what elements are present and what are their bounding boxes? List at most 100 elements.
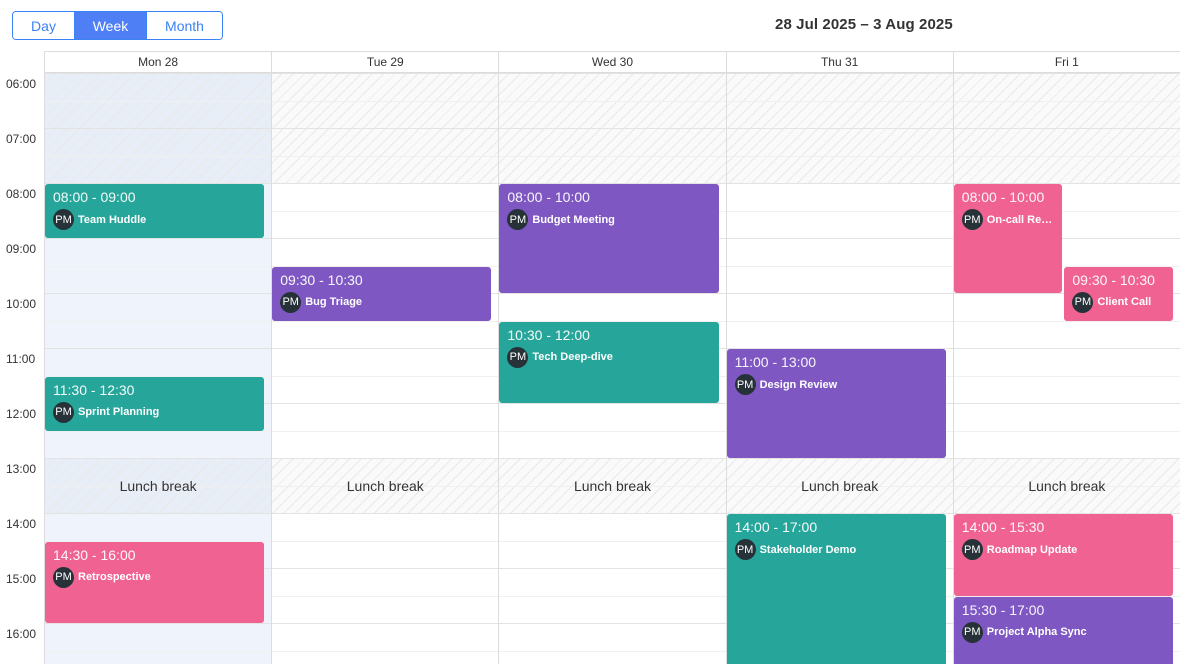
grid-line xyxy=(272,183,499,184)
grid-line xyxy=(45,100,272,102)
view-month-button[interactable]: Month xyxy=(147,12,222,39)
grid-line xyxy=(953,100,1180,102)
grid-line xyxy=(499,430,726,432)
event-time: 08:00 - 10:00 xyxy=(961,189,1045,205)
day-header-row: Mon 28 Tue 29 Wed 30 Thu 31 Fri 1 xyxy=(44,51,1180,73)
event-card[interactable]: 14:00 - 15:30 PM Roadmap Update xyxy=(953,514,1173,596)
event-card[interactable]: 14:00 - 17:00 PM Stakeholder Demo xyxy=(726,514,946,664)
grid-line xyxy=(272,210,499,212)
grid-line xyxy=(272,155,499,157)
event-card[interactable]: 14:30 - 16:00 PM Retrospective xyxy=(45,541,265,623)
event-title: Client Call xyxy=(1097,296,1152,308)
lunch-break-label: Lunch break xyxy=(119,477,197,494)
avatar: PM xyxy=(53,401,74,423)
event-title: Bug Triage xyxy=(305,296,363,308)
grid-line xyxy=(45,430,272,432)
event-title: Tech Deep-dive xyxy=(532,351,613,363)
time-label: 06:00 xyxy=(6,77,37,91)
grid-line xyxy=(726,155,953,157)
time-axis: 06:00 07:00 08:00 09:00 10:00 11:00 12:00 13:00… xyxy=(0,73,44,664)
grid-line xyxy=(726,128,953,129)
grid-line xyxy=(953,128,1180,129)
event-title: On-call Review xyxy=(986,213,1055,226)
day-header[interactable]: Thu 31 xyxy=(725,52,953,72)
grid-line xyxy=(726,320,953,322)
event-card[interactable]: 11:00 - 13:00 PM Design Review xyxy=(726,349,946,458)
event-detail: PM Project Alpha Sync xyxy=(961,621,1165,643)
event-card[interactable]: 08:00 - 10:00 PM Budget Meeting xyxy=(499,184,719,293)
week-grid: Lunch break Lunch break Lunch break Lunch b… xyxy=(44,73,1180,664)
avatar: PM xyxy=(280,291,302,313)
event-detail: PM Roadmap Update xyxy=(961,539,1165,560)
grid-line xyxy=(953,155,1180,157)
event-title: Retrospective xyxy=(78,571,151,583)
grid-line xyxy=(726,293,953,294)
view-week-button[interactable]: Week xyxy=(75,12,147,39)
grid-line xyxy=(272,568,499,569)
event-title: Roadmap Update xyxy=(986,543,1078,556)
event-detail: PM Design Review xyxy=(734,374,938,395)
grid-line xyxy=(499,513,726,514)
view-day-button[interactable]: Day xyxy=(13,12,75,39)
avatar: PM xyxy=(961,621,983,643)
event-detail: PM Sprint Planning xyxy=(53,401,256,423)
time-label: 16:00 xyxy=(6,627,37,641)
avatar: PM xyxy=(961,209,983,230)
grid-line xyxy=(499,403,726,404)
event-time: 14:30 - 16:00 xyxy=(53,546,136,563)
avatar: PM xyxy=(507,209,529,230)
event-card[interactable]: 09:30 - 10:30 PM Bug Triage xyxy=(272,266,492,321)
event-time: 09:30 - 10:30 xyxy=(280,271,363,288)
event-card[interactable]: 11:30 - 12:30 PM Sprint Planning xyxy=(45,376,265,431)
event-card[interactable]: 09:30 - 10:30 PM Client Call xyxy=(1064,266,1173,321)
day-header[interactable]: Fri 1 xyxy=(952,52,1180,72)
grid-line xyxy=(272,623,499,624)
grid-line xyxy=(272,540,499,542)
event-card[interactable]: 10:30 - 12:00 PM Tech Deep-dive xyxy=(499,321,719,403)
grid-line xyxy=(726,73,953,74)
event-detail: PM Tech Deep-dive xyxy=(507,346,710,368)
lunch-break-label: Lunch break xyxy=(801,477,879,494)
grid-line xyxy=(953,320,1180,322)
grid-line xyxy=(272,430,499,432)
event-time: 10:30 - 12:00 xyxy=(507,326,590,343)
grid-line xyxy=(272,375,499,377)
grid-line xyxy=(272,128,499,129)
avatar: PM xyxy=(53,209,74,230)
day-column[interactable]: Lunch break xyxy=(271,73,499,664)
event-detail: PM Budget Meeting xyxy=(507,209,710,230)
grid-line xyxy=(272,595,499,597)
grid-line xyxy=(272,100,499,102)
grid-line xyxy=(272,348,499,349)
event-detail: PM Bug Triage xyxy=(280,291,483,313)
event-time: 11:30 - 12:30 xyxy=(53,381,135,398)
day-header[interactable]: Tue 29 xyxy=(271,52,498,72)
avatar: PM xyxy=(1072,291,1094,313)
day-header[interactable]: Wed 30 xyxy=(498,52,725,72)
avatar: PM xyxy=(734,374,756,395)
event-card[interactable]: 08:00 - 09:00 PM Team Huddle xyxy=(45,184,265,238)
time-label: 12:00 xyxy=(6,407,37,421)
view-switcher: Day Week Month xyxy=(12,11,223,40)
day-header[interactable]: Mon 28 xyxy=(44,52,271,72)
grid-line xyxy=(45,73,272,74)
grid-line xyxy=(499,595,726,597)
grid-line xyxy=(499,623,726,624)
event-card[interactable]: 15:30 - 17:00 PM Project Alpha Sync xyxy=(953,596,1173,664)
lunch-break-label: Lunch break xyxy=(1028,477,1106,494)
grid-line xyxy=(272,238,499,239)
event-detail: PM Stakeholder Demo xyxy=(734,539,938,560)
grid-line xyxy=(499,73,726,74)
grid-line xyxy=(45,623,272,624)
time-label: 07:00 xyxy=(6,132,37,146)
grid-line xyxy=(45,128,272,129)
grid-line xyxy=(499,540,726,542)
event-card[interactable]: 08:00 - 10:00 PMOn-call Review xyxy=(953,184,1063,293)
event-time: 14:00 - 17:00 xyxy=(734,519,818,535)
time-label: 15:00 xyxy=(6,572,37,586)
grid-line xyxy=(953,73,1180,74)
event-time: 15:30 - 17:00 xyxy=(961,601,1045,618)
event-title: Sprint Planning xyxy=(78,406,160,418)
time-label: 11:00 xyxy=(6,352,36,366)
grid-line xyxy=(499,100,726,102)
